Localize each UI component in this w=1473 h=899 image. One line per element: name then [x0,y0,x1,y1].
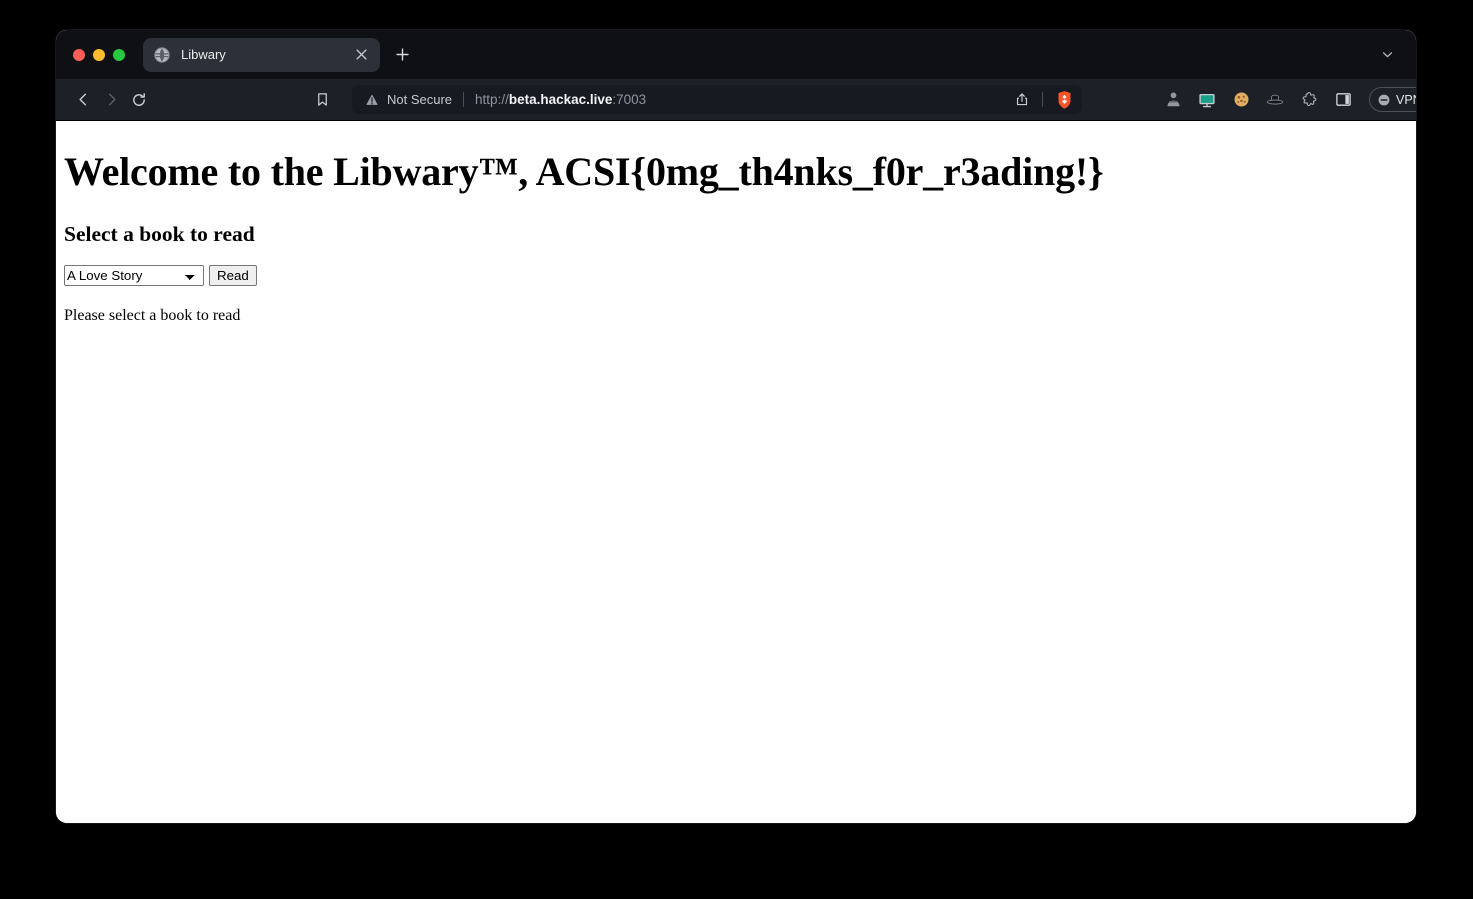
vpn-label: VPN [1396,92,1416,107]
brave-lion-icon[interactable] [1050,88,1078,112]
read-button[interactable]: Read [209,265,257,286]
section-heading: Select a book to read [64,222,255,246]
url-text: http://beta.hackac.live:7003 [475,92,646,107]
close-window-button[interactable] [73,48,85,61]
monitor-icon[interactable] [1194,87,1220,113]
browser-window: Libwary Not Secure http://beta.hackac.li… [56,30,1416,823]
url-host: beta.hackac.live [508,92,613,107]
book-select-dropdown[interactable]: A Love Story [64,265,204,286]
page-title: Welcome to the Libwary™, ACSI{0mg_th4nks… [64,149,1104,194]
back-arrow-icon[interactable] [69,86,97,114]
url-port: :7003 [612,92,647,107]
vpn-button[interactable]: VPN [1369,87,1416,112]
not-secure-warning-icon [366,93,378,105]
maximize-window-button[interactable] [113,48,125,61]
circle-minus-icon [1378,94,1390,105]
browser-tab-libwary[interactable]: Libwary [143,37,380,72]
tab-title: Libwary [181,46,226,62]
window-traffic-lights [73,48,125,61]
tab-list-chevron-down-icon[interactable] [1376,44,1398,66]
address-bar-actions [1009,88,1078,112]
status-message: Please select a book to read [64,307,241,324]
bookmark-icon[interactable] [308,86,336,114]
extension-icons [1160,87,1356,113]
share-icon[interactable] [1009,88,1035,112]
close-tab-icon[interactable] [352,46,370,64]
url-scheme: http:// [475,92,509,107]
forward-arrow-icon[interactable] [97,86,125,114]
spy-person-icon[interactable] [1160,87,1186,113]
globe-icon [154,46,170,63]
security-status-label: Not Secure [387,92,453,107]
minimize-window-button[interactable] [93,48,105,61]
tab-strip: Libwary [56,30,1416,79]
url-divider [463,92,465,107]
address-bar[interactable]: Not Secure http://beta.hackac.live:7003 [352,85,1082,114]
page-viewport: Welcome to the Libwary™, ACSI{0mg_th4nks… [56,121,1416,823]
sidebar-panel-icon[interactable] [1330,87,1356,113]
book-selection-form: A Love Story Read [64,265,1408,286]
new-tab-button[interactable] [389,42,415,68]
reload-icon[interactable] [125,86,153,114]
hat-icon[interactable] [1262,87,1288,113]
cookie-icon[interactable] [1228,87,1254,113]
actions-divider [1042,92,1043,107]
browser-toolbar: Not Secure http://beta.hackac.live:7003 [56,79,1416,121]
puzzle-piece-icon[interactable] [1296,87,1322,113]
